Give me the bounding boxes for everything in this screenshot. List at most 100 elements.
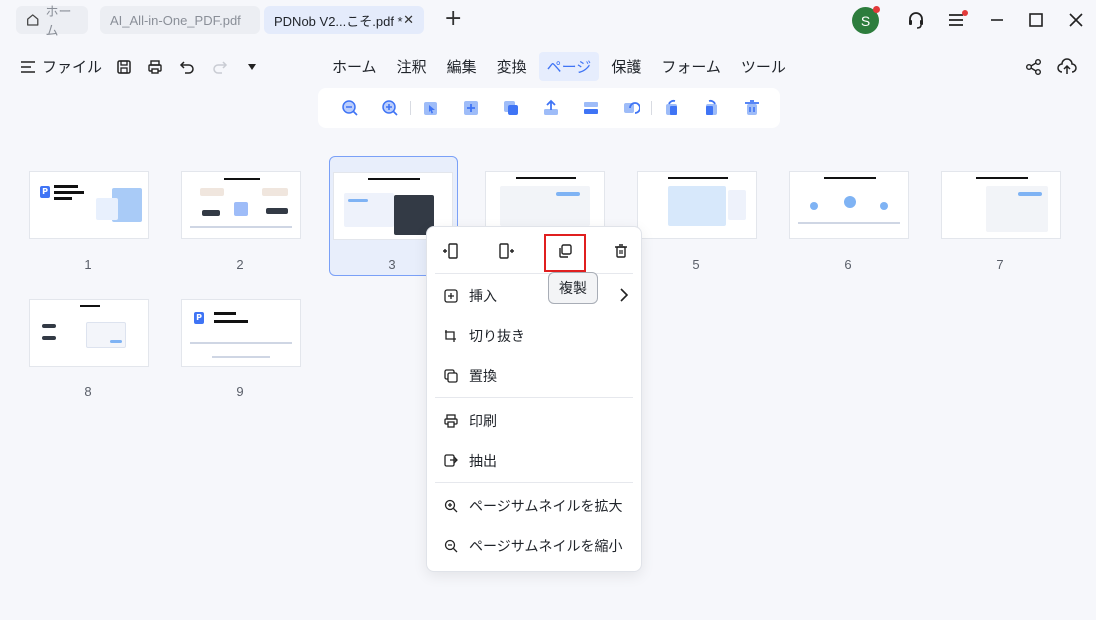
rotate-right-button[interactable] — [692, 92, 732, 124]
dropdown-arrow-icon[interactable] — [243, 58, 261, 76]
file-menu-label: ファイル — [42, 58, 103, 76]
insert-page-button[interactable] — [451, 92, 491, 124]
extract-icon — [443, 453, 459, 469]
page-number: 1 — [84, 257, 92, 272]
menu-item-label: ページサムネイルを拡大 — [469, 499, 623, 515]
tab-label: PDNob V2...こそ.pdf * — [274, 13, 403, 29]
menu-notification-dot — [962, 10, 968, 16]
avatar-letter: S — [860, 12, 871, 29]
undo-icon[interactable] — [178, 58, 196, 76]
crop-icon — [443, 328, 459, 344]
menu-item-enlarge-thumbnails[interactable]: ページサムネイルを拡大 — [443, 495, 622, 517]
page-number: 6 — [844, 257, 852, 272]
tab-document-1[interactable]: AI_All-in-One_PDF.pdf — [100, 6, 260, 34]
zoom-out-icon — [443, 538, 459, 554]
duplicate-tooltip: 複製 — [548, 272, 598, 304]
menu-item-label: 置換 — [469, 369, 497, 385]
menu-icon[interactable] — [946, 9, 968, 31]
print-icon[interactable] — [146, 58, 164, 76]
insert-before-icon[interactable] — [441, 242, 459, 260]
select-page-button[interactable] — [411, 92, 451, 124]
redo-icon[interactable] — [211, 58, 229, 76]
new-tab-button[interactable]: + — [444, 8, 462, 30]
tab-label: AI_All-in-One_PDF.pdf — [110, 12, 241, 28]
save-icon[interactable] — [115, 58, 133, 76]
share-icon[interactable] — [1025, 58, 1043, 76]
insert-page-icon — [464, 101, 478, 115]
page-thumbnail[interactable] — [637, 171, 757, 239]
hamburger-icon — [21, 60, 35, 73]
menu-item-label: 印刷 — [469, 414, 497, 430]
headset-icon[interactable] — [905, 9, 927, 31]
zoom-in-icon — [382, 100, 398, 116]
menu-divider — [435, 273, 633, 274]
menu-convert[interactable]: 変換 — [489, 52, 535, 81]
menu-item-replace[interactable]: 置換 — [443, 365, 497, 387]
menu-page[interactable]: ページ — [538, 52, 600, 81]
cloud-upload-icon[interactable] — [1057, 58, 1077, 76]
page-number: 8 — [84, 384, 92, 399]
page-thumbnail[interactable] — [941, 171, 1061, 239]
zoom-out-button[interactable] — [330, 92, 370, 124]
page-thumbnail[interactable]: P — [181, 299, 301, 367]
delete-page-button[interactable] — [732, 92, 772, 124]
menu-item-label: ページサムネイルを縮小 — [469, 539, 623, 555]
page-number: 9 — [236, 384, 244, 399]
tab-document-2[interactable]: PDNob V2...こそ.pdf * ✕ — [264, 6, 424, 34]
menu-item-label: 挿入 — [469, 289, 497, 305]
close-window-icon[interactable] — [1065, 9, 1087, 31]
page-thumbnail[interactable] — [181, 171, 301, 239]
title-bar: ホーム AI_All-in-One_PDF.pdf PDNob V2...こそ.… — [0, 0, 1096, 40]
menu-form[interactable]: フォーム — [653, 52, 729, 81]
tab-home[interactable]: ホーム — [16, 4, 88, 38]
maximize-icon[interactable] — [1025, 9, 1047, 31]
insert-after-icon[interactable] — [498, 242, 516, 260]
split-icon — [584, 102, 598, 114]
menu-item-insert[interactable]: 挿入 — [443, 285, 497, 307]
menu-item-label: 抽出 — [469, 454, 497, 470]
close-tab-icon[interactable]: ✕ — [403, 12, 414, 28]
delete-icon[interactable] — [612, 242, 630, 260]
menu-item-crop[interactable]: 切り抜き — [443, 325, 525, 347]
page-number: 5 — [692, 257, 700, 272]
page-thumbnail[interactable] — [789, 171, 909, 239]
page-thumbnail[interactable] — [29, 299, 149, 367]
file-menu[interactable]: ファイル — [20, 56, 102, 77]
rotate-left-icon — [666, 99, 677, 115]
menu-divider — [435, 397, 633, 398]
minimize-icon[interactable] — [986, 9, 1008, 31]
menu-item-shrink-thumbnails[interactable]: ページサムネイルを縮小 — [443, 535, 622, 557]
page-number: 7 — [996, 257, 1004, 272]
menu-tools[interactable]: ツール — [733, 52, 794, 81]
rotate-left-button[interactable] — [652, 92, 692, 124]
rotate-icon — [624, 102, 640, 114]
menu-divider — [435, 482, 633, 483]
menu-home[interactable]: ホーム — [324, 52, 385, 81]
split-page-button[interactable] — [571, 92, 611, 124]
user-avatar[interactable]: S — [852, 6, 880, 34]
home-icon — [27, 14, 39, 26]
context-quick-actions — [427, 227, 643, 275]
menu-item-label: 切り抜き — [469, 329, 525, 345]
zoom-out-icon — [342, 100, 358, 116]
menu-item-print[interactable]: 印刷 — [443, 410, 497, 432]
page-number: 2 — [236, 257, 244, 272]
upload-icon — [544, 99, 558, 115]
main-menu: ホーム 注釈 編集 変換 ページ 保護 フォーム ツール — [324, 52, 794, 81]
cursor-icon — [424, 102, 437, 115]
tab-home-label: ホーム — [45, 4, 72, 38]
page-thumbnail[interactable]: P — [29, 171, 149, 239]
menu-annotate[interactable]: 注釈 — [389, 52, 435, 81]
menu-edit[interactable]: 編集 — [439, 52, 485, 81]
trash-icon — [745, 100, 759, 115]
duplicate-highlight — [544, 234, 586, 272]
rotate-page-button[interactable] — [611, 92, 651, 124]
page-toolbar — [318, 88, 780, 128]
menu-item-extract[interactable]: 抽出 — [443, 450, 497, 472]
menu-protect[interactable]: 保護 — [603, 52, 649, 81]
zoom-in-icon — [443, 498, 459, 514]
extract-page-button[interactable] — [531, 92, 571, 124]
replace-icon — [443, 368, 459, 384]
replace-page-button[interactable] — [491, 92, 531, 124]
zoom-in-button[interactable] — [370, 92, 410, 124]
